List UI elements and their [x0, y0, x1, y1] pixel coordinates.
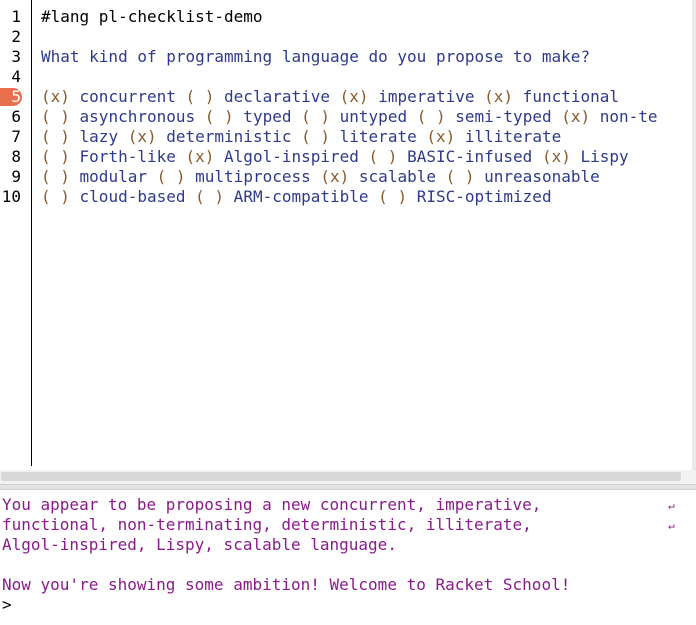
checkbox-token[interactable]: (x) — [542, 147, 571, 166]
wrap-continuation-icon: ↵ — [668, 519, 675, 532]
repl-output-line: You appear to be proposing a new concurr… — [2, 495, 542, 514]
line-number-label: 9 — [11, 167, 21, 186]
code-line[interactable]: ( ) asynchronous ( ) typed ( ) untyped (… — [41, 107, 696, 127]
checkbox-token[interactable]: ( ) — [41, 187, 70, 206]
option-label-token: RISC-optimized — [407, 187, 552, 206]
option-label-token: BASIC-infused — [397, 147, 542, 166]
checkbox-token[interactable]: ( ) — [157, 167, 186, 186]
line-number: 10 — [0, 187, 31, 207]
repl-output-line: Now you're showing some ambition! Welcom… — [2, 575, 571, 594]
checkbox-token[interactable]: (x) — [186, 147, 215, 166]
line-number-label: 2 — [11, 27, 21, 46]
line-number-gutter: 1 2 3 4 5 6 7 8 9 10 — [0, 7, 31, 207]
option-label-token: cloud-based — [69, 187, 196, 206]
repl-output-line: Algol-inspired, Lispy, scalable language… — [2, 535, 397, 554]
checkbox-token[interactable]: (x) — [320, 167, 349, 186]
lang-line-token: #lang pl-checklist-demo — [41, 7, 263, 26]
checkbox-token[interactable]: (x) — [128, 127, 157, 146]
line-number: 1 — [0, 7, 31, 27]
code-line[interactable]: ( ) modular ( ) multiprocess (x) scalabl… — [41, 167, 696, 187]
repl-output-line — [2, 555, 570, 575]
code-line[interactable]: ( ) Forth-like (x) Algol-inspired ( ) BA… — [41, 147, 696, 167]
checkbox-token[interactable]: (x) — [484, 87, 513, 106]
option-label-token: functional — [513, 87, 620, 106]
line-number-label: 8 — [11, 147, 21, 166]
option-label-token: What kind of programming language do you… — [41, 47, 591, 66]
line-number-label: 6 — [11, 107, 21, 126]
checkbox-token[interactable]: (x) — [426, 127, 455, 146]
checkbox-token[interactable]: (x) — [41, 87, 70, 106]
code-line[interactable]: ( ) lazy (x) deterministic ( ) literate … — [41, 127, 696, 147]
checkbox-token[interactable]: (x) — [561, 107, 590, 126]
line-number: 3 — [0, 47, 31, 67]
option-label-token: Forth-like — [69, 147, 186, 166]
option-label-token: typed — [233, 107, 302, 126]
code-line[interactable]: #lang pl-checklist-demo — [41, 7, 696, 27]
option-label-token: Lispy — [570, 147, 629, 166]
checkbox-token[interactable]: ( ) — [205, 107, 234, 126]
checkbox-token[interactable]: ( ) — [417, 107, 446, 126]
checkbox-token[interactable]: ( ) — [41, 107, 70, 126]
line-number-label: 3 — [11, 47, 21, 66]
option-label-token: ARM-compatible — [224, 187, 379, 206]
checkbox-token[interactable]: ( ) — [195, 187, 224, 206]
interactions-pane[interactable]: You appear to be proposing a new concurr… — [0, 490, 696, 625]
option-label-token: Algol-inspired — [214, 147, 369, 166]
option-label-token: illiterate — [455, 127, 562, 146]
line-number: 2 — [0, 27, 31, 47]
vertical-scrollbar[interactable] — [692, 0, 696, 470]
code-line[interactable]: What kind of programming language do you… — [41, 47, 696, 67]
option-label-token: multiprocess — [185, 167, 321, 186]
code-line[interactable]: ( ) cloud-based ( ) ARM-compatible ( ) R… — [41, 187, 696, 207]
option-label-token: scalable — [349, 167, 446, 186]
checkbox-token[interactable]: ( ) — [301, 107, 330, 126]
checkbox-token[interactable]: ( ) — [369, 147, 398, 166]
option-label-token: untyped — [330, 107, 417, 126]
line-number: 7 — [0, 127, 31, 147]
repl-output-line: functional, non-terminating, determinist… — [2, 515, 532, 534]
line-number-label: 1 — [11, 7, 21, 26]
horizontal-scrollbar-thumb[interactable] — [1, 472, 681, 481]
option-label-token: modular — [69, 167, 157, 186]
gutter-divider — [31, 0, 32, 466]
code-line[interactable] — [41, 67, 696, 87]
option-label-token: lazy — [69, 127, 128, 146]
line-number: 8 — [0, 147, 31, 167]
line-number: 6 — [0, 107, 31, 127]
checkbox-token[interactable]: ( ) — [186, 87, 215, 106]
option-label-token: literate — [330, 127, 427, 146]
code-line[interactable]: (x) concurrent ( ) declarative (x) imper… — [41, 87, 696, 107]
option-label-token: asynchronous — [69, 107, 205, 126]
code-line[interactable] — [41, 27, 696, 47]
option-label-token: non-te — [590, 107, 658, 126]
checkbox-token[interactable]: ( ) — [301, 127, 330, 146]
checkbox-token[interactable]: ( ) — [446, 167, 475, 186]
repl-output: You appear to be proposing a new concurr… — [2, 495, 570, 615]
definitions-editor[interactable]: 1 2 3 4 5 6 7 8 9 10 #lang pl-checklist-demo What… — [0, 0, 696, 470]
line-number: 5 — [0, 87, 31, 107]
checkbox-token[interactable]: ( ) — [41, 167, 70, 186]
option-label-token: unreasonable — [474, 167, 600, 186]
horizontal-scrollbar[interactable] — [0, 470, 696, 484]
line-number: 4 — [0, 67, 31, 87]
option-label-token: declarative — [214, 87, 340, 106]
line-number: 9 — [0, 167, 31, 187]
option-label-token: imperative — [368, 87, 485, 106]
option-label-token: deterministic — [156, 127, 302, 146]
repl-prompt[interactable]: > — [2, 595, 570, 615]
line-number-label: 4 — [11, 67, 21, 86]
checkbox-token[interactable]: (x) — [340, 87, 369, 106]
line-number-label: 10 — [1, 187, 21, 206]
line-number-label: 5 — [11, 87, 21, 106]
checkbox-token[interactable]: ( ) — [41, 127, 70, 146]
checkbox-token[interactable]: ( ) — [41, 147, 70, 166]
code-area[interactable]: #lang pl-checklist-demo What kind of pro… — [41, 7, 696, 207]
wrap-continuation-icon: ↵ — [668, 499, 675, 512]
checkbox-token[interactable]: ( ) — [378, 187, 407, 206]
line-number-label: 7 — [11, 127, 21, 146]
option-label-token: concurrent — [69, 87, 186, 106]
option-label-token: semi-typed — [445, 107, 562, 126]
